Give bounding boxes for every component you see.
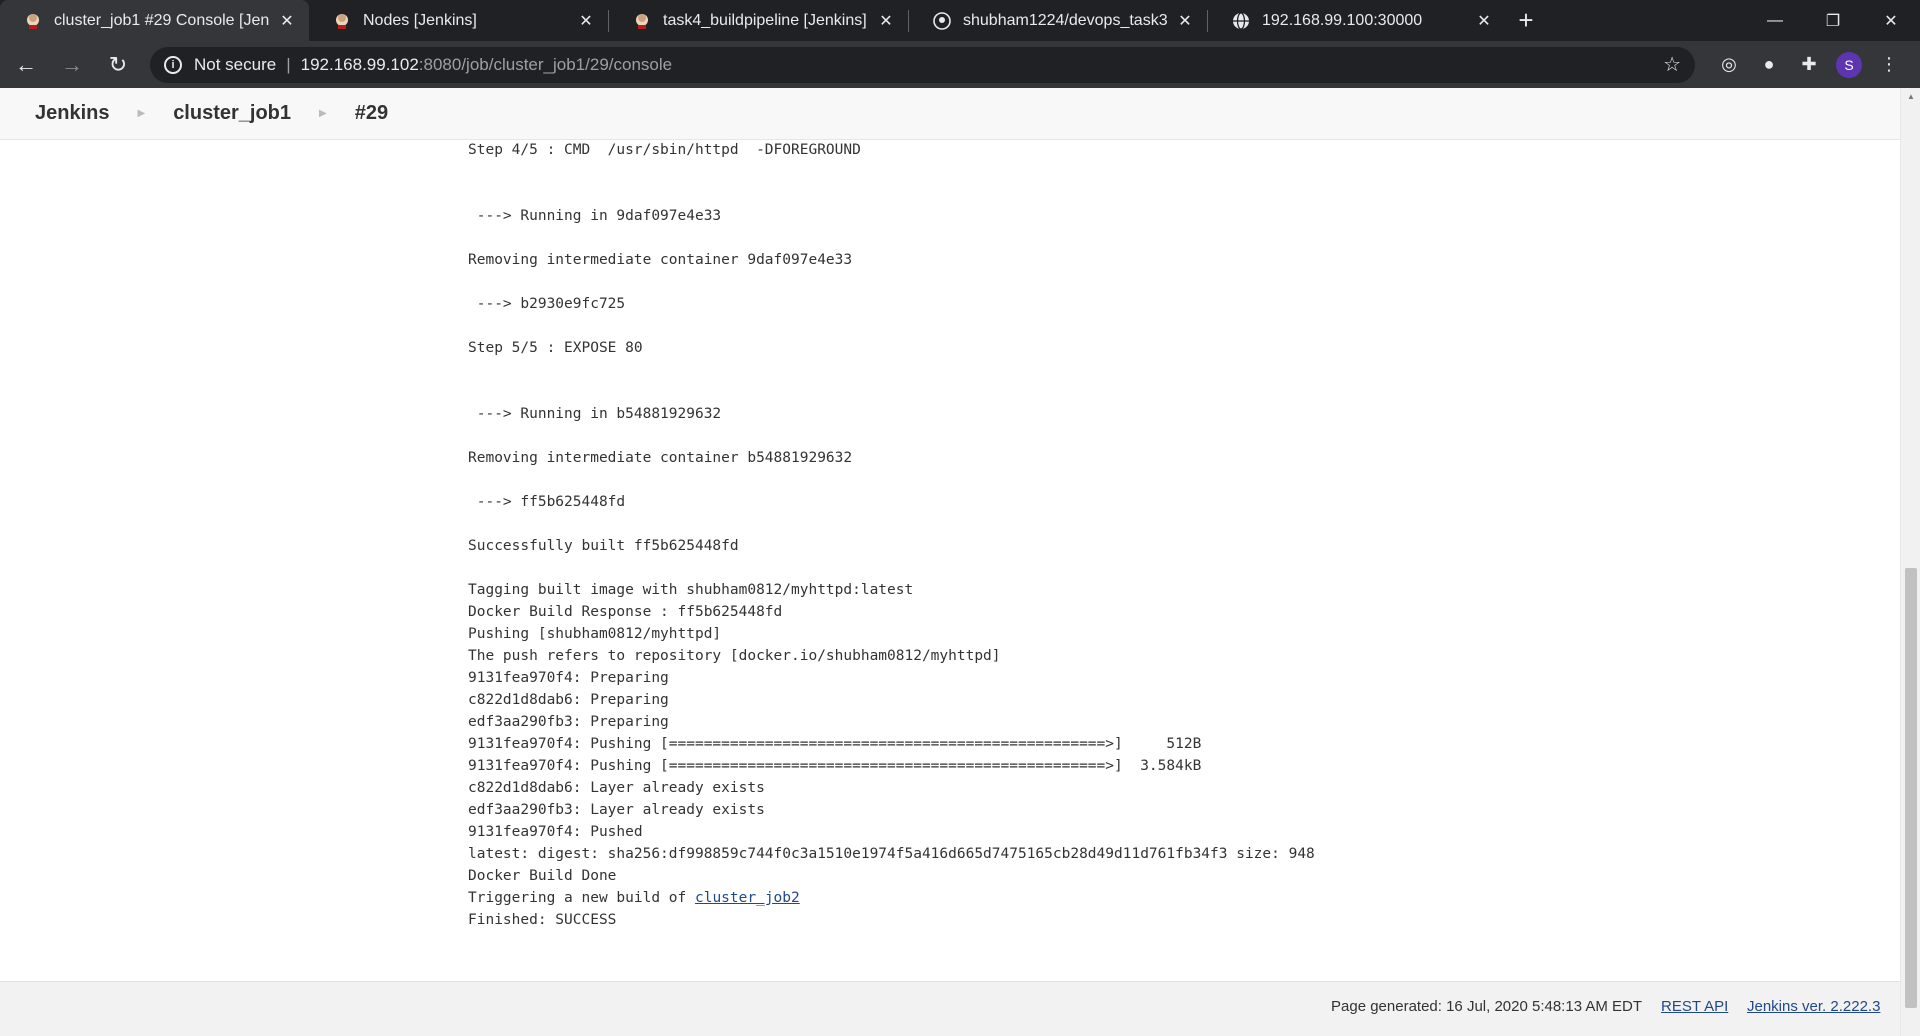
console-line: Docker Build Done [468, 868, 617, 884]
page-footer: Page generated: 16 Jul, 2020 5:48:13 AM … [0, 981, 1900, 1036]
breadcrumb-job[interactable]: cluster_job1 [173, 102, 291, 125]
tab-title: Nodes [Jenkins] [363, 11, 477, 29]
browser-tab-strip: cluster_job1 #29 Console [Jenkins] ✕ Nod… [0, 0, 1920, 41]
console-line: Pushing [shubham0812/myhttpd] [468, 626, 722, 642]
close-icon[interactable]: ✕ [1474, 11, 1494, 31]
downstream-job-link[interactable]: cluster_job2 [695, 890, 800, 906]
console-line-finished: Finished: SUCCESS [468, 912, 617, 928]
page-generated-timestamp: Page generated: 16 Jul, 2020 5:48:13 AM … [1331, 998, 1643, 1015]
avatar: S [1836, 51, 1862, 78]
globe-icon [1232, 11, 1250, 30]
close-icon[interactable]: ✕ [1175, 11, 1195, 31]
omnibox-divider: | [286, 54, 291, 74]
tab-nodes[interactable]: Nodes [Jenkins] ✕ [309, 0, 608, 41]
console-line: Docker Build Response : ff5b625448fd [468, 604, 783, 620]
tab-title: task4_buildpipeline [Jenkins] [663, 11, 867, 29]
new-tab-button[interactable]: + [1506, 0, 1546, 41]
console-line: Removing intermediate container b5488192… [468, 450, 853, 466]
address-bar[interactable]: i Not secure | 192.168.99.102:8080/job/c… [150, 46, 1695, 83]
tab-task4-buildpipeline[interactable]: task4_buildpipeline [Jenkins] ✕ [609, 0, 908, 41]
breadcrumb: Jenkins ▶ cluster_job1 ▶ #29 [0, 88, 1900, 140]
close-icon[interactable]: ✕ [277, 11, 297, 31]
tab-github-repo[interactable]: shubham1224/devops_task3_dyn ✕ [909, 0, 1207, 41]
console-line: Successfully built ff5b625448fd [468, 538, 739, 554]
console-line: 9131fea970f4: Pushing [=================… [468, 736, 1202, 752]
extension-icon[interactable]: ● [1749, 45, 1789, 85]
info-icon[interactable]: i [164, 55, 182, 74]
breadcrumb-jenkins[interactable]: Jenkins [35, 102, 109, 125]
forward-icon[interactable]: → [52, 45, 92, 85]
window-controls: — ❐ ✕ [1746, 0, 1920, 41]
console-line: c822d1d8dab6: Layer already exists [468, 780, 765, 796]
jenkins-icon [24, 12, 42, 30]
console-line: Tagging built image with shubham0812/myh… [468, 582, 914, 598]
tab-node-ip[interactable]: 192.168.99.100:30000 ✕ [1208, 0, 1506, 41]
scroll-up-icon[interactable]: ▲ [1901, 88, 1920, 105]
console-line: 9131fea970f4: Pushing [=================… [468, 758, 1202, 774]
console-line: ---> b2930e9fc725 [468, 296, 626, 312]
chevron-right-icon[interactable]: ▶ [319, 108, 327, 119]
console-line: Removing intermediate container 9daf097e… [468, 252, 853, 268]
console-line: edf3aa290fb3: Layer already exists [468, 802, 765, 818]
console-line: ---> ff5b625448fd [468, 494, 626, 510]
tab-title: shubham1224/devops_task3_dyn [963, 11, 1167, 29]
github-icon [933, 11, 951, 30]
breadcrumb-build[interactable]: #29 [355, 102, 388, 125]
console-line: The push refers to repository [docker.io… [468, 648, 1001, 664]
reload-icon[interactable]: ↻ [98, 45, 138, 85]
console-line: c822d1d8dab6: Preparing [468, 692, 669, 708]
url-path: :8080/job/cluster_job1/29/console [418, 54, 673, 74]
tab-title: cluster_job1 #29 Console [Jenkins] [54, 11, 269, 29]
console-line: 9131fea970f4: Preparing [468, 670, 669, 686]
scrollbar-thumb[interactable] [1905, 568, 1917, 1008]
console-line: Step 5/5 : EXPOSE 80 [468, 340, 643, 356]
bookmark-star-icon[interactable]: ☆ [1663, 52, 1681, 77]
url-host: 192.168.99.102 [300, 54, 419, 74]
console-line-trigger: Triggering a new build of cluster_job2 [468, 888, 800, 908]
minimize-icon[interactable]: — [1746, 0, 1804, 41]
vertical-scrollbar[interactable]: ▲ [1900, 88, 1920, 1036]
tab-cluster-job1-console[interactable]: cluster_job1 #29 Console [Jenkins] ✕ [0, 0, 309, 41]
jenkins-version-link[interactable]: Jenkins ver. 2.222.3 [1747, 998, 1880, 1015]
restore-icon[interactable]: ❐ [1804, 0, 1862, 41]
close-icon[interactable]: ✕ [576, 11, 596, 31]
browser-toolbar: ← → ↻ i Not secure | 192.168.99.102:8080… [0, 41, 1920, 88]
extension-icon[interactable]: ◎ [1709, 45, 1749, 85]
jenkins-icon [633, 12, 651, 30]
rest-api-link[interactable]: REST API [1661, 998, 1728, 1015]
tab-title: 192.168.99.100:30000 [1262, 11, 1423, 29]
jenkins-icon [333, 12, 351, 30]
console-line: 9131fea970f4: Pushed [468, 824, 643, 840]
trigger-text: Triggering a new build of [468, 890, 695, 906]
console-line: edf3aa290fb3: Preparing [468, 714, 669, 730]
console-line: ---> Running in b54881929632 [468, 406, 722, 422]
back-icon[interactable]: ← [6, 45, 46, 85]
chevron-right-icon[interactable]: ▶ [137, 108, 145, 119]
profile-button[interactable]: S [1829, 45, 1869, 85]
close-icon[interactable]: ✕ [876, 11, 896, 31]
console-line: latest: digest: sha256:df998859c744f0c3a… [468, 846, 1315, 862]
kebab-menu-icon[interactable]: ⋮ [1869, 45, 1909, 85]
puzzle-icon[interactable]: ✚ [1789, 45, 1829, 85]
security-label: Not secure [194, 54, 277, 74]
console-line: ---> Running in 9daf097e4e33 [468, 208, 722, 224]
console-line: Step 4/5 : CMD /usr/sbin/httpd -DFOREGRO… [468, 142, 861, 158]
close-window-icon[interactable]: ✕ [1862, 0, 1920, 41]
